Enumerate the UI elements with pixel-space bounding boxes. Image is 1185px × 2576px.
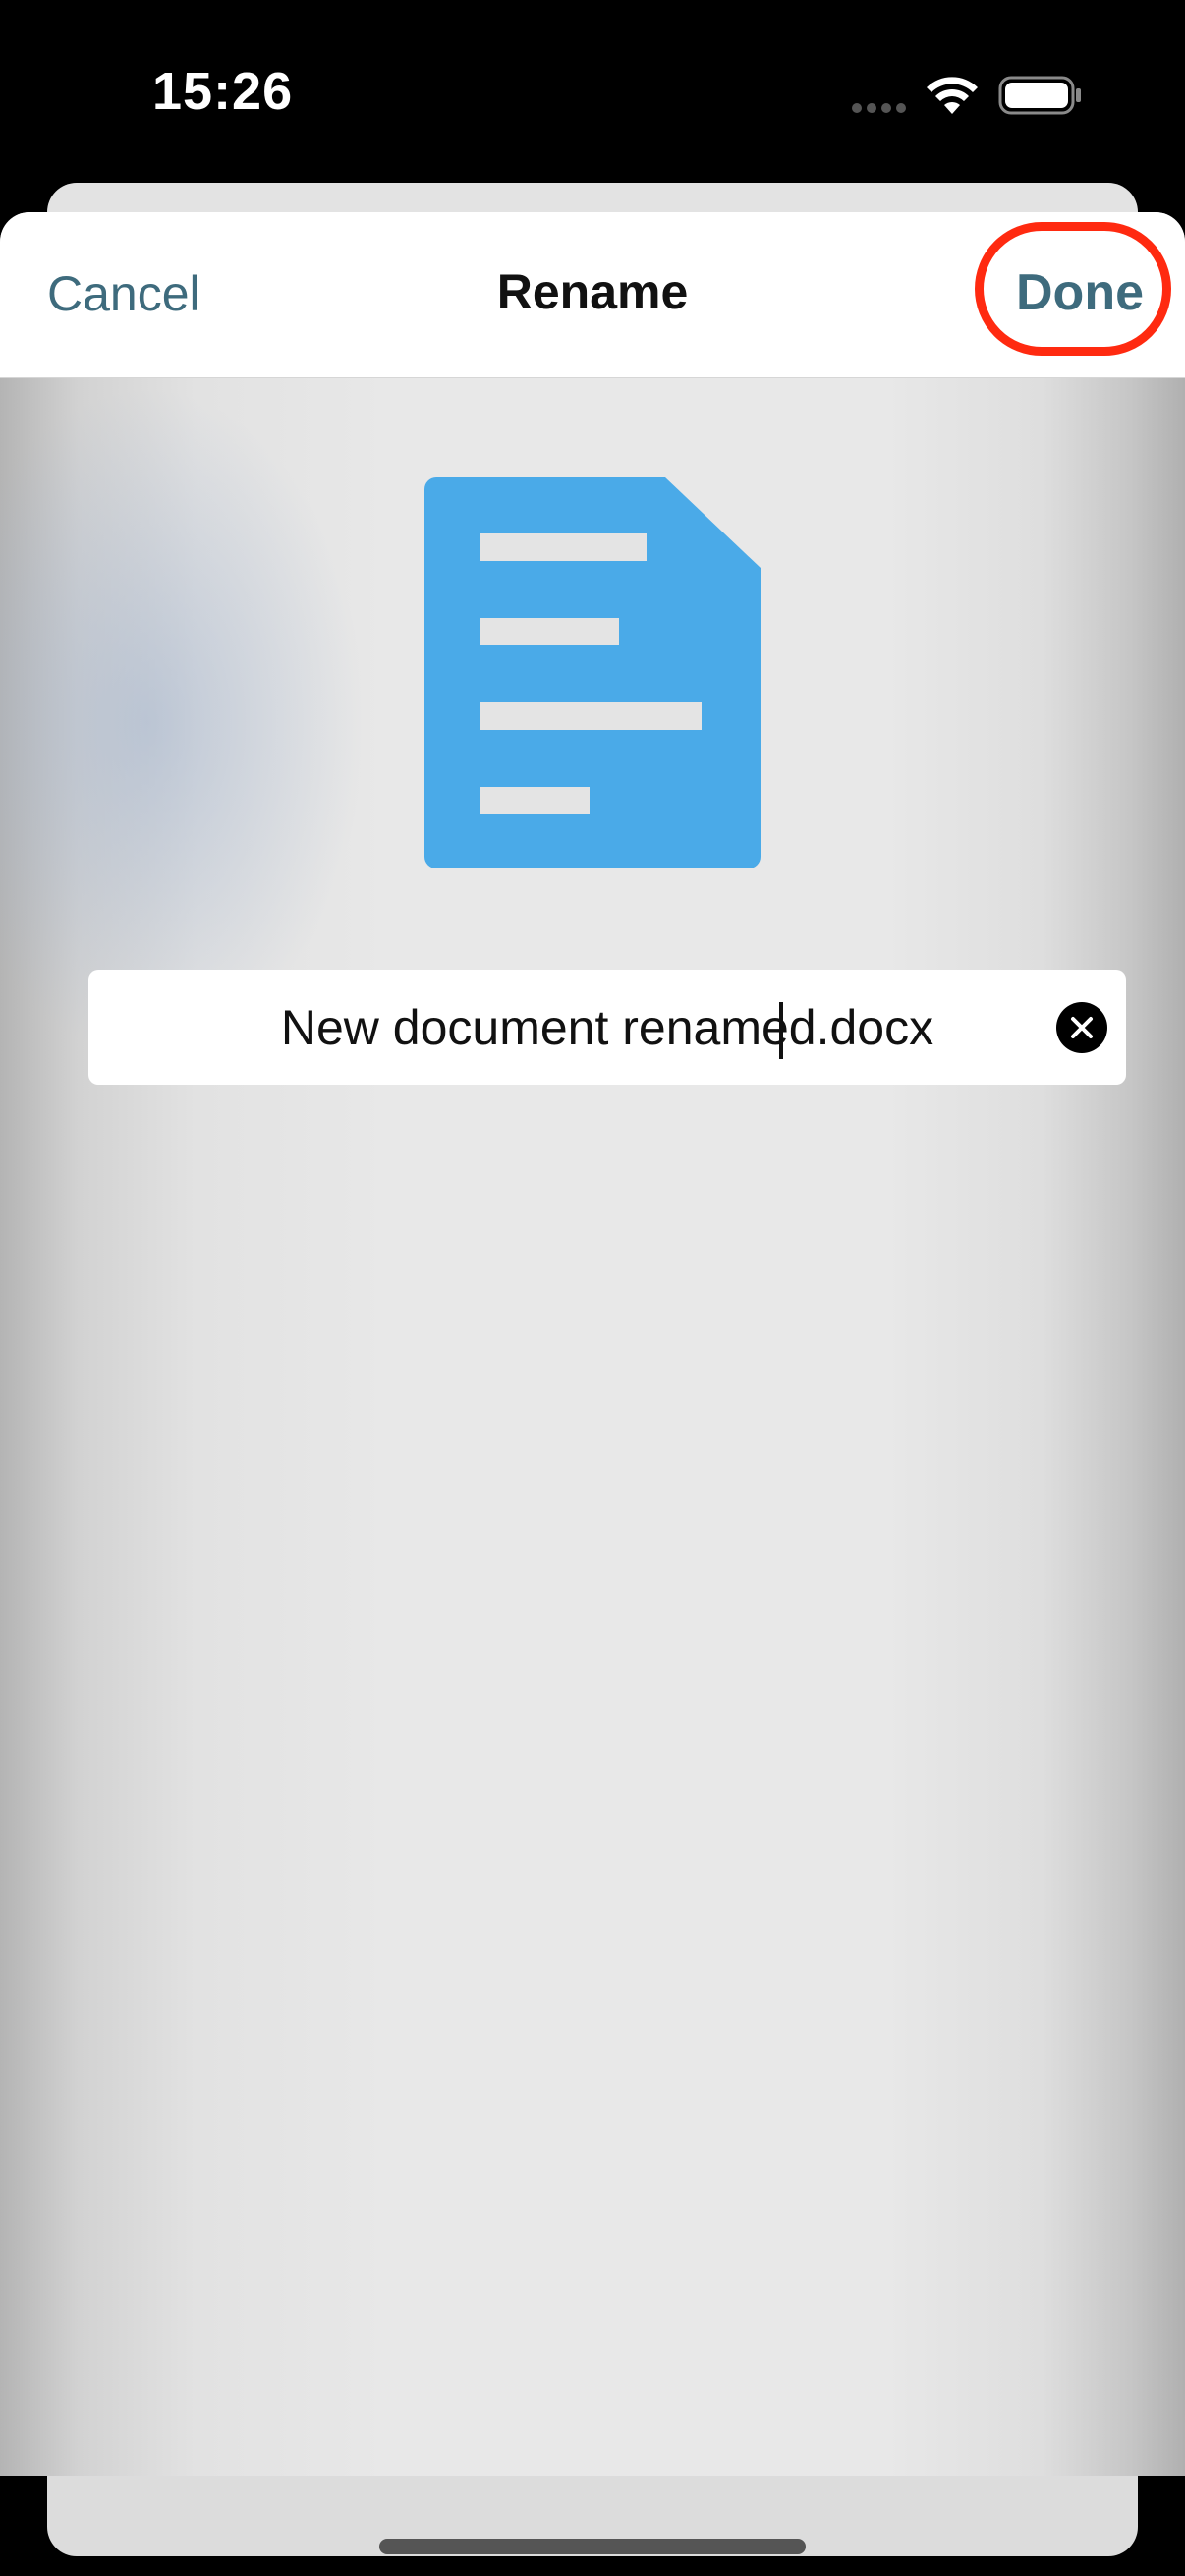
wifi-icon bbox=[927, 77, 978, 114]
status-bar: 15:26 bbox=[0, 0, 1185, 187]
home-indicator[interactable] bbox=[379, 2539, 806, 2554]
close-icon bbox=[1071, 1017, 1093, 1038]
filename-field bbox=[88, 970, 1126, 1085]
rename-sheet: Cancel Rename Done bbox=[0, 212, 1185, 2476]
screen: 15:26 Cancel Rename Done bbox=[0, 0, 1185, 2576]
nav-bar: Cancel Rename Done bbox=[0, 212, 1185, 378]
cancel-button[interactable]: Cancel bbox=[47, 265, 200, 322]
clear-text-button[interactable] bbox=[1056, 1002, 1107, 1053]
status-time: 15:26 bbox=[152, 62, 294, 121]
battery-icon bbox=[998, 76, 1081, 115]
document-icon bbox=[424, 477, 761, 868]
cellular-signal-icon bbox=[852, 103, 906, 113]
filename-input[interactable] bbox=[88, 970, 1126, 1085]
done-button[interactable]: Done bbox=[1016, 263, 1144, 322]
